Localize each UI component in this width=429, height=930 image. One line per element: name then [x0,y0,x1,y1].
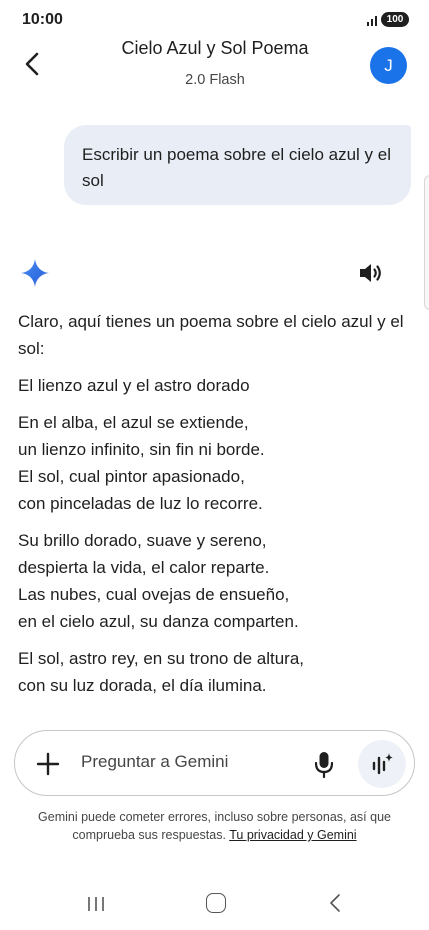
nav-home-icon[interactable] [206,893,226,913]
scroll-fade [0,690,429,720]
back-button[interactable] [16,48,48,80]
poem-line: Su brillo dorado, suave y sereno, [18,531,267,550]
back-arrow-icon [25,52,39,76]
signal-icon [367,16,377,26]
gemini-response: Claro, aquí tienes un poema sobre el cie… [18,308,413,716]
user-message-bubble: Escribir un poema sobre el cielo azul y … [64,125,411,205]
add-attachment-button[interactable] [35,751,61,777]
response-intro: Claro, aquí tienes un poema sobre el cie… [18,312,404,358]
chat-title[interactable]: Cielo Azul y Sol Poema [70,38,360,59]
mic-icon [314,752,334,779]
prompt-input[interactable]: Preguntar a Gemini [81,752,228,772]
read-aloud-button[interactable] [357,260,385,286]
disclaimer: Gemini puede cometer errores, incluso so… [18,808,411,844]
user-message-text: Escribir un poema sobre el cielo azul y … [82,145,391,190]
poem-line: en el cielo azul, su danza comparten. [18,612,299,631]
nav-back-icon[interactable] [328,892,342,914]
poem-line: El sol, cual pintor apasionado, [18,467,245,486]
status-bar: 10:00 100 [0,0,429,40]
poem-line: un lienzo infinito, sin fin ni borde. [18,440,265,459]
poem-line: Las nubes, cual ovejas de ensueño, [18,585,290,604]
poem-title: El lienzo azul y el astro dorado [18,376,250,395]
live-waveform-icon [372,753,393,775]
poem-line: despierta la vida, el calor reparte. [18,558,270,577]
poem-line: En el alba, el azul se extiende, [18,413,249,432]
scroll-handle[interactable] [424,175,429,310]
poem-stanza: Su brillo dorado, suave y sereno, despie… [18,527,413,635]
battery-icon: 100 [381,12,409,27]
status-time: 10:00 [22,11,63,28]
privacy-link[interactable]: Tu privacidad y Gemini [229,828,356,842]
plus-icon [36,752,60,776]
nav-recent-icon[interactable] [86,894,106,914]
poem-line: El sol, astro rey, en su trono de altura… [18,649,304,668]
avatar[interactable]: J [370,47,407,84]
poem-stanza: En el alba, el azul se extiende, un lien… [18,409,413,517]
voice-input-button[interactable] [312,749,336,779]
system-nav-bar [0,880,429,930]
poem-line: con pinceladas de luz lo recorre. [18,494,263,513]
gemini-spark-icon [21,259,49,287]
model-selector[interactable]: 2.0 Flash [70,72,360,88]
gemini-live-button[interactable] [358,740,406,788]
prompt-input-bar[interactable]: Preguntar a Gemini [14,730,415,796]
speaker-icon [360,264,381,282]
